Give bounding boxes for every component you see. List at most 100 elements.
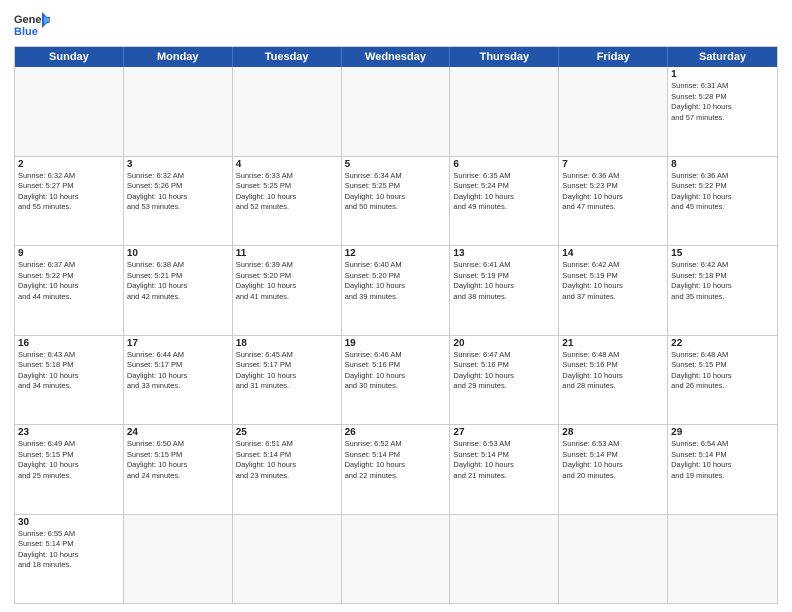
calendar-day-17: 17Sunrise: 6:44 AM Sunset: 5:17 PM Dayli… [124,336,233,425]
day-info: Sunrise: 6:46 AM Sunset: 5:16 PM Dayligh… [345,350,447,392]
header-day-tuesday: Tuesday [233,47,342,67]
calendar-day-30: 30Sunrise: 6:55 AM Sunset: 5:14 PM Dayli… [15,515,124,604]
calendar-day-8: 8Sunrise: 6:36 AM Sunset: 5:22 PM Daylig… [668,157,777,246]
calendar-day-22: 22Sunrise: 6:48 AM Sunset: 5:15 PM Dayli… [668,336,777,425]
calendar-row-3: 16Sunrise: 6:43 AM Sunset: 5:18 PM Dayli… [15,336,777,426]
day-number: 28 [562,427,664,438]
calendar-row-0: 1Sunrise: 6:31 AM Sunset: 5:28 PM Daylig… [15,67,777,157]
calendar-day-29: 29Sunrise: 6:54 AM Sunset: 5:14 PM Dayli… [668,425,777,514]
day-info: Sunrise: 6:35 AM Sunset: 5:24 PM Dayligh… [453,171,555,213]
calendar-day-1: 1Sunrise: 6:31 AM Sunset: 5:28 PM Daylig… [668,67,777,156]
calendar-day-25: 25Sunrise: 6:51 AM Sunset: 5:14 PM Dayli… [233,425,342,514]
calendar-day-20: 20Sunrise: 6:47 AM Sunset: 5:16 PM Dayli… [450,336,559,425]
day-number: 6 [453,159,555,170]
day-info: Sunrise: 6:55 AM Sunset: 5:14 PM Dayligh… [18,529,120,571]
day-number: 10 [127,248,229,259]
calendar-day-4: 4Sunrise: 6:33 AM Sunset: 5:25 PM Daylig… [233,157,342,246]
day-number: 27 [453,427,555,438]
calendar-day-23: 23Sunrise: 6:49 AM Sunset: 5:15 PM Dayli… [15,425,124,514]
calendar-empty-cell [450,515,559,604]
calendar: SundayMondayTuesdayWednesdayThursdayFrid… [14,46,778,604]
day-number: 11 [236,248,338,259]
logo: General Blue [14,10,50,38]
calendar-empty-cell [450,67,559,156]
day-info: Sunrise: 6:36 AM Sunset: 5:22 PM Dayligh… [671,171,774,213]
day-number: 16 [18,338,120,349]
day-number: 30 [18,517,120,528]
day-info: Sunrise: 6:54 AM Sunset: 5:14 PM Dayligh… [671,439,774,481]
day-info: Sunrise: 6:50 AM Sunset: 5:15 PM Dayligh… [127,439,229,481]
day-number: 24 [127,427,229,438]
day-info: Sunrise: 6:45 AM Sunset: 5:17 PM Dayligh… [236,350,338,392]
calendar-day-13: 13Sunrise: 6:41 AM Sunset: 5:19 PM Dayli… [450,246,559,335]
page: General Blue SundayMondayTuesdayWednesda… [0,0,792,612]
day-info: Sunrise: 6:53 AM Sunset: 5:14 PM Dayligh… [562,439,664,481]
calendar-empty-cell [124,515,233,604]
day-info: Sunrise: 6:36 AM Sunset: 5:23 PM Dayligh… [562,171,664,213]
day-info: Sunrise: 6:33 AM Sunset: 5:25 PM Dayligh… [236,171,338,213]
day-info: Sunrise: 6:32 AM Sunset: 5:27 PM Dayligh… [18,171,120,213]
day-info: Sunrise: 6:53 AM Sunset: 5:14 PM Dayligh… [453,439,555,481]
calendar-empty-cell [668,515,777,604]
svg-text:Blue: Blue [14,26,38,38]
day-info: Sunrise: 6:38 AM Sunset: 5:21 PM Dayligh… [127,260,229,302]
day-info: Sunrise: 6:39 AM Sunset: 5:20 PM Dayligh… [236,260,338,302]
calendar-empty-cell [342,67,451,156]
calendar-day-21: 21Sunrise: 6:48 AM Sunset: 5:16 PM Dayli… [559,336,668,425]
header-day-monday: Monday [124,47,233,67]
day-number: 14 [562,248,664,259]
day-info: Sunrise: 6:47 AM Sunset: 5:16 PM Dayligh… [453,350,555,392]
calendar-day-19: 19Sunrise: 6:46 AM Sunset: 5:16 PM Dayli… [342,336,451,425]
day-number: 17 [127,338,229,349]
calendar-empty-cell [233,515,342,604]
calendar-empty-cell [233,67,342,156]
calendar-day-24: 24Sunrise: 6:50 AM Sunset: 5:15 PM Dayli… [124,425,233,514]
calendar-empty-cell [124,67,233,156]
day-number: 15 [671,248,774,259]
calendar-day-9: 9Sunrise: 6:37 AM Sunset: 5:22 PM Daylig… [15,246,124,335]
day-info: Sunrise: 6:42 AM Sunset: 5:19 PM Dayligh… [562,260,664,302]
day-info: Sunrise: 6:52 AM Sunset: 5:14 PM Dayligh… [345,439,447,481]
day-number: 19 [345,338,447,349]
calendar-day-11: 11Sunrise: 6:39 AM Sunset: 5:20 PM Dayli… [233,246,342,335]
day-number: 8 [671,159,774,170]
calendar-row-4: 23Sunrise: 6:49 AM Sunset: 5:15 PM Dayli… [15,425,777,515]
header: General Blue [14,10,778,38]
day-info: Sunrise: 6:32 AM Sunset: 5:26 PM Dayligh… [127,171,229,213]
calendar-day-2: 2Sunrise: 6:32 AM Sunset: 5:27 PM Daylig… [15,157,124,246]
calendar-day-6: 6Sunrise: 6:35 AM Sunset: 5:24 PM Daylig… [450,157,559,246]
calendar-day-27: 27Sunrise: 6:53 AM Sunset: 5:14 PM Dayli… [450,425,559,514]
header-day-thursday: Thursday [450,47,559,67]
header-day-friday: Friday [559,47,668,67]
day-number: 23 [18,427,120,438]
calendar-header: SundayMondayTuesdayWednesdayThursdayFrid… [15,47,777,67]
calendar-day-3: 3Sunrise: 6:32 AM Sunset: 5:26 PM Daylig… [124,157,233,246]
day-info: Sunrise: 6:48 AM Sunset: 5:15 PM Dayligh… [671,350,774,392]
header-day-sunday: Sunday [15,47,124,67]
day-number: 5 [345,159,447,170]
calendar-empty-cell [559,67,668,156]
calendar-day-15: 15Sunrise: 6:42 AM Sunset: 5:18 PM Dayli… [668,246,777,335]
day-info: Sunrise: 6:42 AM Sunset: 5:18 PM Dayligh… [671,260,774,302]
calendar-day-14: 14Sunrise: 6:42 AM Sunset: 5:19 PM Dayli… [559,246,668,335]
day-number: 18 [236,338,338,349]
day-info: Sunrise: 6:48 AM Sunset: 5:16 PM Dayligh… [562,350,664,392]
calendar-row-5: 30Sunrise: 6:55 AM Sunset: 5:14 PM Dayli… [15,515,777,604]
calendar-day-7: 7Sunrise: 6:36 AM Sunset: 5:23 PM Daylig… [559,157,668,246]
day-number: 2 [18,159,120,170]
calendar-empty-cell [15,67,124,156]
calendar-day-28: 28Sunrise: 6:53 AM Sunset: 5:14 PM Dayli… [559,425,668,514]
day-info: Sunrise: 6:49 AM Sunset: 5:15 PM Dayligh… [18,439,120,481]
day-info: Sunrise: 6:34 AM Sunset: 5:25 PM Dayligh… [345,171,447,213]
calendar-row-1: 2Sunrise: 6:32 AM Sunset: 5:27 PM Daylig… [15,157,777,247]
calendar-day-16: 16Sunrise: 6:43 AM Sunset: 5:18 PM Dayli… [15,336,124,425]
day-number: 13 [453,248,555,259]
day-info: Sunrise: 6:31 AM Sunset: 5:28 PM Dayligh… [671,81,774,123]
calendar-empty-cell [559,515,668,604]
day-info: Sunrise: 6:43 AM Sunset: 5:18 PM Dayligh… [18,350,120,392]
day-number: 4 [236,159,338,170]
day-number: 20 [453,338,555,349]
day-info: Sunrise: 6:51 AM Sunset: 5:14 PM Dayligh… [236,439,338,481]
header-day-wednesday: Wednesday [342,47,451,67]
general-blue-icon: General Blue [14,10,50,38]
